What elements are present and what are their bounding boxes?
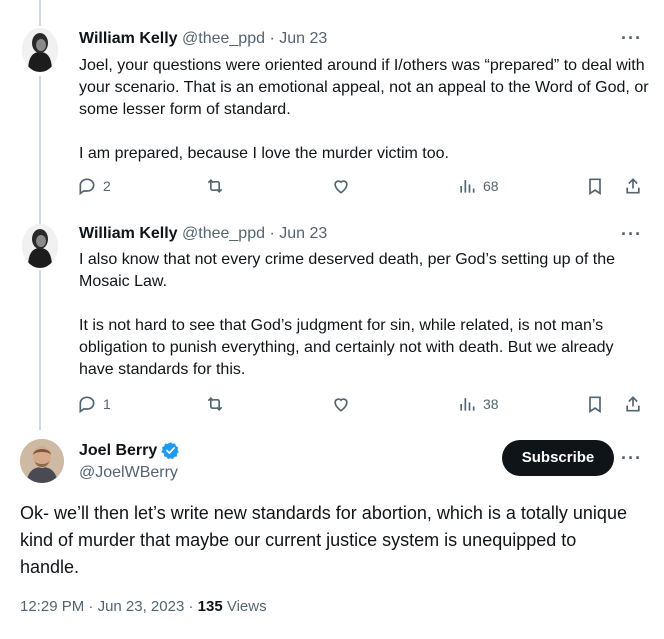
tweet-text: I also know that not every crime deserve… [79,249,649,381]
tweet-date[interactable]: Jun 23 [279,30,327,47]
avatar[interactable] [22,28,58,72]
main-tweet-text: Ok- we’ll then let’s write new standards… [20,503,627,577]
separator: · [188,598,194,615]
bookmark-icon [589,178,601,196]
author-handle[interactable]: @JoelWBerry [79,464,178,482]
bookmark-icon [589,396,601,414]
views-count: 68 [483,178,499,194]
retweet-icon [207,396,223,412]
reply-icon [79,178,95,196]
share-button[interactable] [623,394,643,414]
share-button[interactable] [623,176,643,196]
more-options-icon[interactable]: ··· [621,448,642,469]
reply-count: 1 [103,396,111,412]
tweet-time[interactable]: 12:29 PM [20,598,84,615]
bookmark-button[interactable] [585,394,605,414]
reply-button[interactable]: 1 [77,394,111,414]
author-handle[interactable]: @thee_ppd [182,30,265,47]
like-icon [334,398,348,412]
tweet-date[interactable]: Jun 23, 2023 [98,598,185,615]
author-name[interactable]: William Kelly [79,30,178,47]
views-count: 135 [197,598,223,615]
avatar[interactable] [22,224,58,268]
views-label: Views [226,598,267,615]
bookmark-button[interactable] [585,176,605,196]
separator: · [269,225,275,242]
reply-tweet-1[interactable]: William Kelly @thee_ppd · Jun 23 ··· Joe… [0,0,664,214]
reply-icon [79,396,95,414]
tweet-header: William Kelly @thee_ppd · Jun 23 [79,225,327,243]
tweet-text: Joel, your questions were oriented aroun… [79,55,649,165]
subscribe-button[interactable]: Subscribe [502,440,614,476]
like-icon [334,180,348,194]
verified-badge-icon[interactable] [161,441,180,460]
share-icon [626,396,640,412]
retweet-button[interactable] [205,176,225,196]
like-button[interactable] [331,394,351,414]
tweet-date[interactable]: Jun 23 [279,225,327,242]
separator: · [88,598,94,615]
retweet-button[interactable] [205,394,225,414]
tweet-header: William Kelly @thee_ppd · Jun 23 [79,30,327,48]
more-options-icon[interactable]: ··· [621,28,642,49]
author-handle[interactable]: @thee_ppd [182,225,265,242]
reply-tweet-2[interactable]: William Kelly @thee_ppd · Jun 23 ··· I a… [0,214,664,426]
author-name[interactable]: Joel Berry [79,442,157,460]
tweet-paragraph: It is not hard to see that God’s judgmen… [79,317,614,378]
avatar[interactable] [20,439,64,483]
views-count: 38 [483,396,499,412]
reply-button[interactable]: 2 [77,176,111,196]
author-name[interactable]: William Kelly [79,225,178,242]
separator: · [269,30,275,47]
like-button[interactable] [331,176,351,196]
tweet-meta: 12:29 PM · Jun 23, 2023 · 135 Views [20,598,267,615]
tweet-paragraph: Joel, your questions were oriented aroun… [79,57,649,118]
tweet-paragraph: I am prepared, because I love the murder… [79,145,449,162]
action-bar: 1 38 [77,394,647,418]
views-icon [460,398,475,411]
more-options-icon[interactable]: ··· [621,224,642,245]
views-icon [460,180,475,193]
retweet-icon [207,178,223,194]
share-icon [626,178,640,194]
action-bar: 2 68 [77,176,647,200]
views-button[interactable]: 68 [457,176,499,196]
reply-count: 2 [103,178,111,194]
author-name-row[interactable]: Joel Berry [79,441,180,460]
tweet-paragraph: I also know that not every crime deserve… [79,251,616,290]
views-button[interactable]: 38 [457,394,499,414]
